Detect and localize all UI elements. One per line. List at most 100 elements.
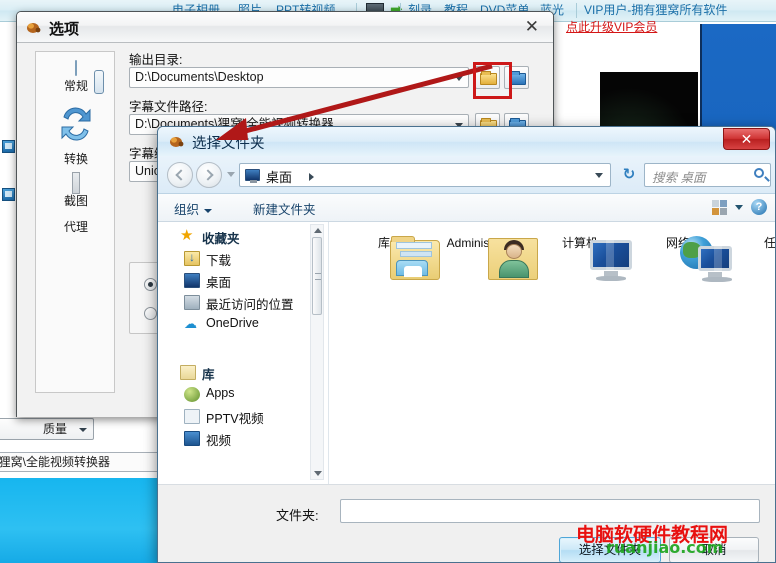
file-list-pane: 库 Administrator 计算机 网络 任 xyxy=(330,222,775,484)
nav-item-libraries[interactable]: 库 xyxy=(158,362,328,384)
radio-option-1[interactable] xyxy=(144,278,157,291)
radio-option-2[interactable] xyxy=(144,307,157,320)
nav-item-apps[interactable]: Apps xyxy=(158,384,328,406)
scrollbar-thumb[interactable] xyxy=(312,237,322,315)
library-icon xyxy=(180,365,196,380)
forward-button[interactable] xyxy=(196,162,222,188)
desktop-icon xyxy=(245,169,260,183)
options-title-text: 选项 xyxy=(49,20,80,38)
nav-item-videos[interactable]: 视频 xyxy=(158,428,328,450)
chevron-right-icon xyxy=(202,169,214,181)
options-titlebar: 选项 ✕ xyxy=(17,12,553,43)
nav-item-label: 库 xyxy=(202,368,215,382)
list-item[interactable]: Administrator xyxy=(436,232,538,280)
search-icon xyxy=(754,168,764,178)
nav-item-recent-places[interactable]: 最近访问的位置 xyxy=(158,292,328,314)
refresh-icon[interactable]: ↻ xyxy=(618,164,640,186)
close-icon[interactable]: ✕ xyxy=(525,18,539,36)
nav-item-label: 桌面 xyxy=(206,276,232,290)
screenshot-root: 电子相册 照片 PPT转视频 ➡ 刻录 教程 DVD菜单 蓝光 VIP用户-拥有… xyxy=(0,0,776,563)
output-dir-value: D:\Documents\Desktop xyxy=(135,70,264,84)
nav-item-label: 收藏夹 xyxy=(202,232,240,246)
quality-combo[interactable]: 质量 xyxy=(0,418,94,440)
app-logo-icon xyxy=(169,134,185,149)
screenshot-icon xyxy=(72,172,80,194)
breadcrumb[interactable]: 桌面 xyxy=(239,163,611,187)
search-placeholder: 搜索 桌面 xyxy=(652,171,706,185)
sidebar-item-general[interactable]: 常规 xyxy=(36,60,116,94)
chevron-down-icon[interactable] xyxy=(595,173,603,178)
recent-places-icon xyxy=(184,295,200,310)
organize-button[interactable]: 组织 xyxy=(174,199,213,218)
nav-item-favorites[interactable]: ★ 收藏夹 xyxy=(158,226,328,248)
chevron-left-icon xyxy=(175,169,187,181)
pptv-icon xyxy=(184,409,200,424)
background-path-field[interactable]: cuments\狸窝\全能视频转换器 xyxy=(0,452,164,472)
navigation-pane: ★ 收藏夹 下载 桌面 最近访问的位置 ☁ OneDrive xyxy=(158,222,329,484)
nav-item-label: 下载 xyxy=(206,254,232,268)
onedrive-cloud-icon: ☁ xyxy=(184,316,197,331)
app-logo-icon xyxy=(26,20,42,35)
vip-upgrade-link[interactable]: 点此升级VIP会员 xyxy=(566,18,657,35)
apps-icon xyxy=(184,387,200,402)
nav-item-downloads[interactable]: 下载 xyxy=(158,248,328,270)
history-dropdown-icon[interactable] xyxy=(227,172,235,177)
left-edge-icon-2[interactable] xyxy=(2,188,15,201)
folder-dialog-title-text: 选择文件夹 xyxy=(192,136,265,152)
back-button[interactable] xyxy=(167,162,193,188)
folder-dialog-toolbar: 组织 新建文件夹 ? xyxy=(158,194,775,222)
help-icon[interactable]: ? xyxy=(751,199,767,215)
downloads-icon xyxy=(184,250,200,266)
toolbar-item-7: VIP用户-拥有狸窝所有软件 xyxy=(584,3,728,17)
watermark-subtext: ruanjiao.com xyxy=(606,538,724,557)
nav-item-pptv[interactable]: PPTV视频 xyxy=(158,406,328,428)
list-item[interactable]: 计算机 xyxy=(534,232,632,281)
sidebar-item-proxy[interactable]: 代理 xyxy=(36,218,116,235)
quality-combo-value: 质量 xyxy=(42,422,67,436)
select-folder-dialog: 选择文件夹 ✕ 桌面 ↻ 搜索 桌面 组织 新建文件夹 ? ★ 收藏夹 ↓ 下载… xyxy=(157,126,776,563)
breadcrumb-text: 桌面 xyxy=(266,170,293,185)
nav-item-label: 视频 xyxy=(206,434,232,448)
list-item[interactable]: 任务 xyxy=(730,232,776,250)
nav-item-label: OneDrive xyxy=(206,316,259,330)
new-folder-button[interactable]: 新建文件夹 xyxy=(253,199,316,218)
annotation-highlight-rect xyxy=(473,62,512,99)
chevron-down-icon[interactable] xyxy=(455,76,463,81)
nav-item-label: 最近访问的位置 xyxy=(206,298,294,312)
scroll-down-icon[interactable] xyxy=(314,471,322,476)
view-mode-icon[interactable] xyxy=(712,200,727,215)
toolbar-divider-3 xyxy=(576,3,577,18)
chevron-down-icon[interactable] xyxy=(735,205,743,210)
list-item[interactable]: 库 xyxy=(338,232,440,280)
chevron-down-icon xyxy=(79,428,87,432)
chevron-right-icon[interactable] xyxy=(309,173,314,181)
video-icon xyxy=(184,431,200,446)
folder-dialog-navbar: 桌面 ↻ 搜索 桌面 xyxy=(158,156,775,194)
folder-field-label: 文件夹: xyxy=(276,508,319,523)
sidebar-item-label: 代理 xyxy=(63,220,88,234)
nav-item-onedrive[interactable]: ☁ OneDrive xyxy=(158,314,328,336)
search-input[interactable]: 搜索 桌面 xyxy=(644,163,771,187)
list-item-label: 任务 xyxy=(763,236,776,250)
sidebar-item-label: 截图 xyxy=(63,194,88,208)
organize-label: 组织 xyxy=(174,203,200,217)
list-item[interactable]: 网络 xyxy=(632,232,732,282)
output-dir-label: 输出目录: xyxy=(129,53,183,67)
left-edge-icon-1[interactable] xyxy=(2,140,15,153)
sidebar-item-screenshot[interactable]: 截图 xyxy=(36,172,116,209)
sidebar-item-label: 常规 xyxy=(63,79,88,93)
close-button[interactable]: ✕ xyxy=(723,128,770,150)
sidebar-item-label: 转换 xyxy=(63,152,88,166)
nav-item-desktop[interactable]: 桌面 xyxy=(158,270,328,292)
folder-dialog-titlebar: 选择文件夹 ✕ xyxy=(158,127,775,156)
scroll-up-icon[interactable] xyxy=(314,228,322,233)
output-dir-input[interactable]: D:\Documents\Desktop xyxy=(129,67,469,88)
folder-dialog-main: ★ 收藏夹 下载 桌面 最近访问的位置 ☁ OneDrive xyxy=(158,222,775,484)
navigation-pane-scrollbar[interactable] xyxy=(310,224,324,480)
convert-arrows-icon xyxy=(54,107,98,148)
sidebar-item-convert[interactable]: 转换 xyxy=(36,103,116,167)
subtitle-path-label: 字幕文件路径: xyxy=(129,100,208,114)
device-icon xyxy=(75,60,77,76)
options-sidebar: 常规 转换 截图 代理 xyxy=(35,51,115,393)
star-icon: ★ xyxy=(180,227,194,244)
